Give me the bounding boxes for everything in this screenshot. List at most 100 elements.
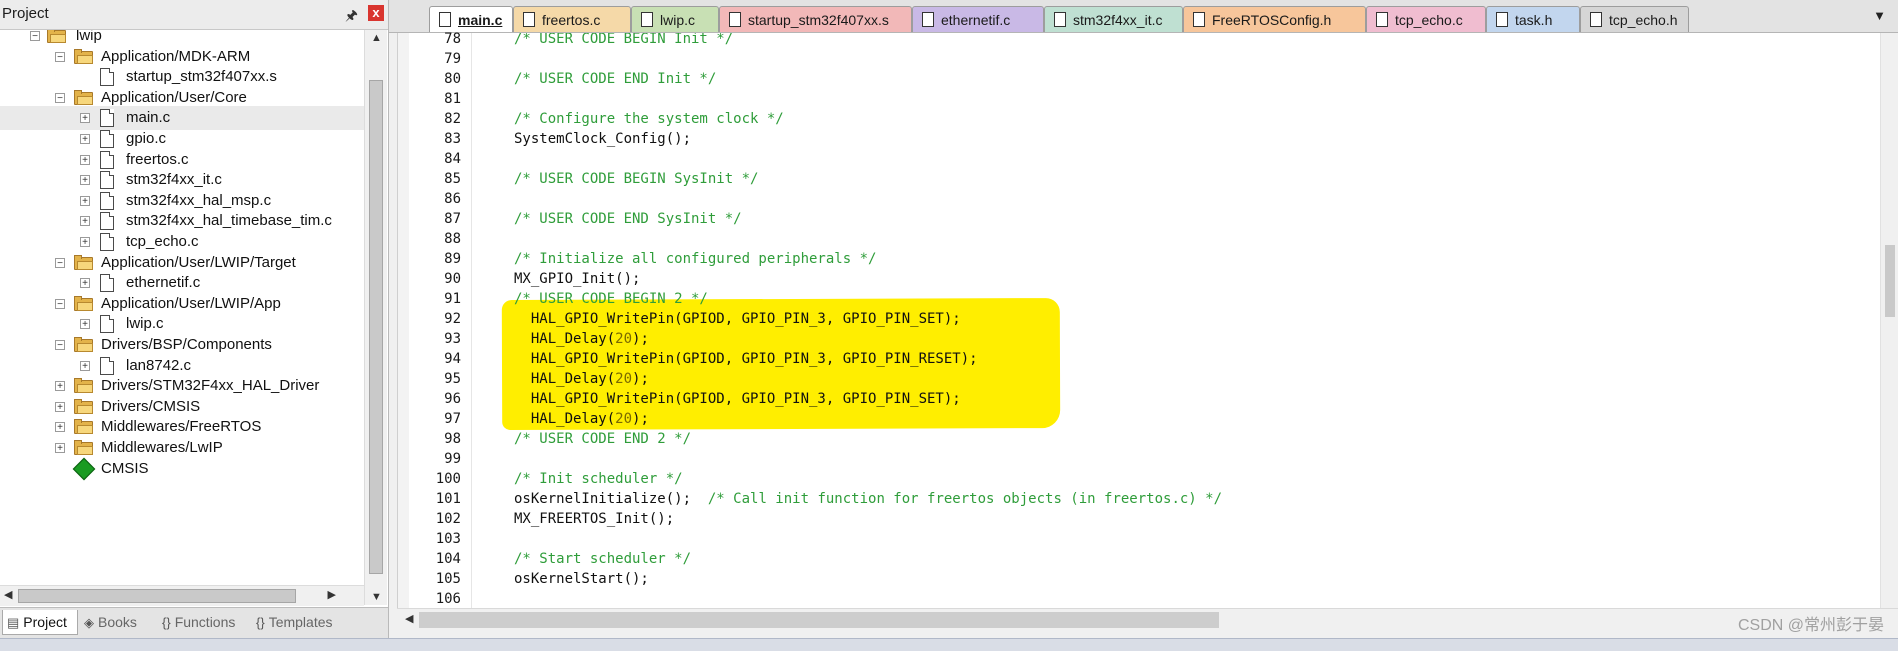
scroll-right-icon[interactable]: ▶ bbox=[328, 588, 336, 601]
code-line[interactable]: HAL_GPIO_WritePin(GPIOD, GPIO_PIN_3, GPI… bbox=[514, 389, 961, 409]
scroll-down-icon[interactable]: ▼ bbox=[371, 591, 382, 603]
editor-vertical-scrollbar[interactable] bbox=[1880, 33, 1898, 608]
line-number: 102 bbox=[435, 511, 461, 527]
code-area[interactable]: /* USER CODE BEGIN Init */ /* USER CODE E… bbox=[472, 33, 1872, 608]
editor-tab[interactable]: main.c bbox=[429, 6, 513, 32]
scroll-up-icon[interactable]: ▲ bbox=[371, 32, 382, 44]
code-line[interactable]: osKernelStart(); bbox=[514, 569, 649, 589]
tab-project[interactable]: ▤ Project bbox=[2, 610, 78, 635]
editor-tab[interactable]: tcp_echo.c bbox=[1366, 6, 1486, 32]
code-line[interactable]: MX_FREERTOS_Init(); bbox=[514, 509, 674, 529]
scroll-left-icon[interactable]: ◀ bbox=[4, 588, 12, 601]
tab-books[interactable]: ◈ Books bbox=[80, 610, 154, 634]
folder-icon bbox=[74, 255, 93, 270]
folder-icon bbox=[47, 30, 66, 43]
expand-icon[interactable]: + bbox=[55, 422, 65, 433]
file-icon bbox=[922, 12, 934, 27]
code-line[interactable]: HAL_Delay(20); bbox=[514, 409, 649, 429]
tab-label: stm32f4xx_it.c bbox=[1073, 12, 1163, 28]
tab-label: main.c bbox=[458, 12, 503, 28]
expand-icon[interactable]: + bbox=[80, 278, 90, 289]
tab-templates[interactable]: {} Templates bbox=[252, 610, 352, 634]
scroll-thumb[interactable] bbox=[419, 612, 1219, 628]
expand-icon[interactable]: + bbox=[80, 155, 90, 166]
code-line[interactable]: HAL_GPIO_WritePin(GPIOD, GPIO_PIN_3, GPI… bbox=[514, 349, 978, 369]
code-line[interactable]: /* USER CODE END 2 */ bbox=[514, 429, 691, 449]
editor-tab[interactable]: startup_stm32f407xx.s bbox=[719, 6, 912, 32]
code-segment: ); bbox=[632, 411, 649, 427]
code-line[interactable]: /* Start scheduler */ bbox=[514, 549, 691, 569]
code-line[interactable]: /* USER CODE BEGIN SysInit */ bbox=[514, 169, 758, 189]
code-line[interactable]: /* USER CODE BEGIN 2 */ bbox=[514, 289, 708, 309]
functions-icon: {} bbox=[162, 615, 171, 630]
editor-tab[interactable]: freertos.c bbox=[513, 6, 631, 32]
expand-icon[interactable]: + bbox=[80, 196, 90, 207]
number-literal: 20 bbox=[615, 371, 633, 387]
editor-tab[interactable]: ethernetif.c bbox=[912, 6, 1044, 32]
collapse-icon[interactable]: − bbox=[55, 93, 65, 104]
tree-horizontal-scrollbar[interactable]: ◀ ▶ bbox=[0, 585, 364, 606]
tab-label: tcp_echo.h bbox=[1609, 12, 1678, 28]
file-icon bbox=[100, 315, 114, 333]
line-number: 105 bbox=[435, 571, 461, 587]
collapse-icon[interactable]: − bbox=[55, 340, 65, 351]
tab-label: Functions bbox=[174, 614, 236, 630]
chevron-down-icon[interactable]: ▼ bbox=[1873, 8, 1886, 23]
code-segment: HAL_Delay( bbox=[514, 411, 616, 427]
code-line[interactable]: /* USER CODE END Init */ bbox=[514, 69, 716, 89]
editor-horizontal-scrollbar[interactable]: ◀ CSDN @常州彭于晏 bbox=[397, 608, 1898, 634]
code-line[interactable]: HAL_Delay(20); bbox=[514, 329, 649, 349]
expand-icon[interactable]: + bbox=[80, 175, 90, 186]
editor-tab[interactable]: tcp_echo.h bbox=[1580, 6, 1689, 32]
tab-label: Books bbox=[98, 614, 137, 630]
line-number: 84 bbox=[444, 151, 461, 167]
code-line[interactable]: MX_GPIO_Init(); bbox=[514, 269, 640, 289]
code-line[interactable]: /* USER CODE END SysInit */ bbox=[514, 209, 742, 229]
number-literal: 20 bbox=[615, 331, 633, 347]
pin-icon[interactable]: 🖈 bbox=[345, 5, 358, 29]
file-icon bbox=[100, 68, 114, 86]
code-line[interactable]: /* Configure the system clock */ bbox=[514, 109, 784, 129]
scroll-thumb[interactable] bbox=[18, 589, 296, 603]
editor-tab[interactable]: stm32f4xx_it.c bbox=[1044, 6, 1183, 32]
number-literal: 20 bbox=[615, 411, 633, 427]
expand-icon[interactable]: + bbox=[80, 216, 90, 227]
code-line[interactable]: /* USER CODE BEGIN Init */ bbox=[514, 33, 733, 49]
expand-icon[interactable]: + bbox=[80, 113, 90, 124]
close-icon[interactable]: x bbox=[368, 5, 384, 21]
code-line[interactable]: /* Init scheduler */ bbox=[514, 469, 683, 489]
expand-icon[interactable]: + bbox=[55, 402, 65, 413]
collapse-icon[interactable]: − bbox=[55, 299, 65, 310]
tree-item[interactable]: CMSIS bbox=[0, 457, 364, 481]
collapse-icon[interactable]: − bbox=[55, 52, 65, 63]
code-line[interactable]: HAL_Delay(20); bbox=[514, 369, 649, 389]
expand-icon[interactable]: + bbox=[80, 134, 90, 145]
code-editor[interactable]: 78 79 80 81 82 83 84 85 86 87 88 89 90 91 92 93 94 95 96 97… bbox=[397, 31, 1898, 608]
expand-icon[interactable]: + bbox=[80, 361, 90, 372]
tab-label: task.h bbox=[1515, 12, 1553, 28]
expand-icon[interactable]: + bbox=[55, 443, 65, 454]
collapse-icon[interactable]: − bbox=[30, 31, 40, 42]
editor-tab[interactable]: task.h bbox=[1486, 6, 1580, 32]
code-line[interactable]: SystemClock_Config(); bbox=[514, 129, 691, 149]
folder-icon bbox=[74, 296, 93, 311]
line-number: 97 bbox=[444, 411, 461, 427]
tree-vertical-scrollbar[interactable]: ▲ ▼ bbox=[364, 30, 387, 605]
expand-icon[interactable]: + bbox=[80, 319, 90, 330]
editor-tab[interactable]: lwip.c bbox=[631, 6, 719, 32]
editor-tab[interactable]: FreeRTOSConfig.h bbox=[1183, 6, 1366, 32]
code-line[interactable]: HAL_GPIO_WritePin(GPIOD, GPIO_PIN_3, GPI… bbox=[514, 309, 961, 329]
code-segment: ); bbox=[632, 371, 649, 387]
tab-label: startup_stm32f407xx.s bbox=[748, 12, 889, 28]
code-segment: osKernelInitialize(); bbox=[514, 491, 708, 507]
collapse-icon[interactable]: − bbox=[55, 258, 65, 269]
expand-icon[interactable]: + bbox=[55, 381, 65, 392]
tab-functions[interactable]: {} Functions bbox=[158, 610, 248, 634]
code-line[interactable]: /* Initialize all configured peripherals… bbox=[514, 249, 876, 269]
scroll-thumb[interactable] bbox=[369, 80, 383, 574]
file-icon bbox=[1054, 12, 1066, 27]
expand-icon[interactable]: + bbox=[80, 237, 90, 248]
scroll-thumb[interactable] bbox=[1885, 245, 1895, 317]
code-line[interactable]: osKernelInitialize(); /* Call init funct… bbox=[514, 489, 1222, 509]
scroll-left-icon[interactable]: ◀ bbox=[405, 612, 413, 625]
